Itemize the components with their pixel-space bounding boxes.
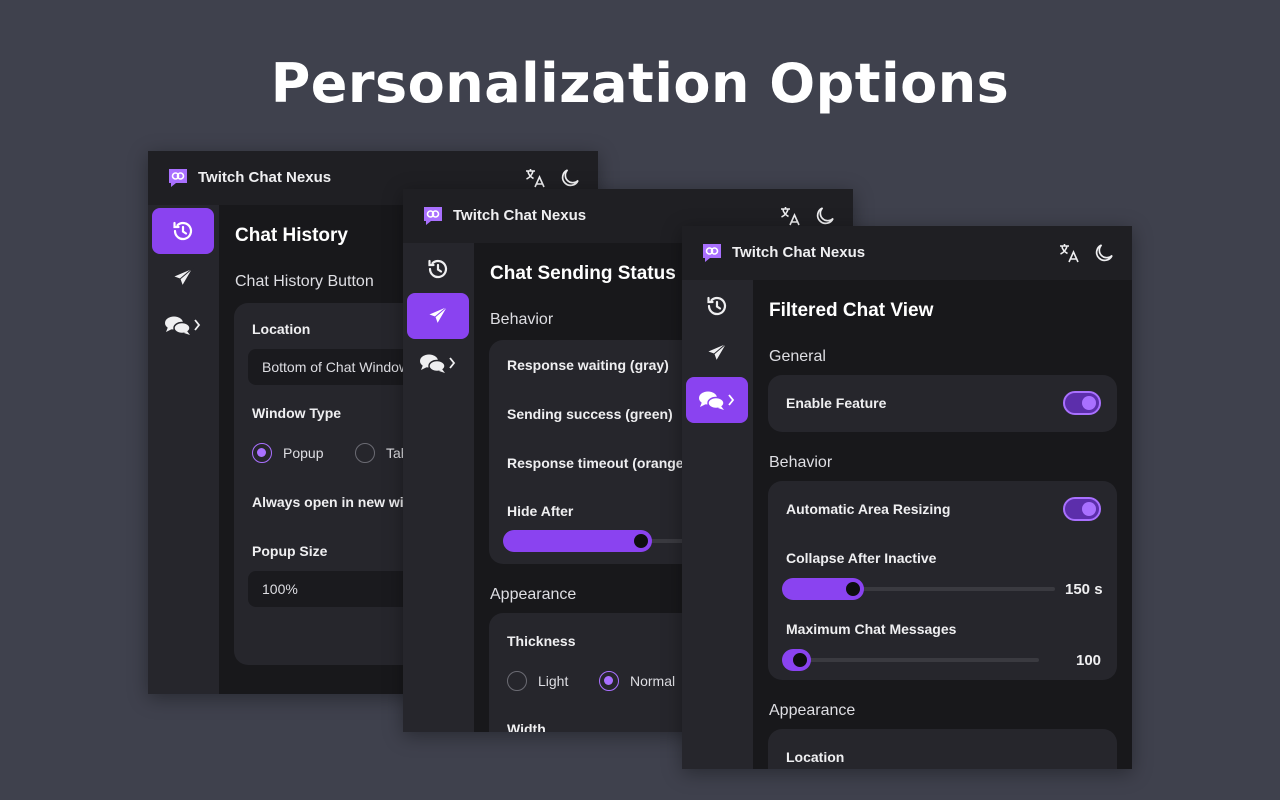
collapse-slider[interactable] [782, 577, 1055, 601]
sidebar [148, 205, 219, 694]
sidebar-item-filtered-chat[interactable] [407, 340, 469, 386]
send-icon [426, 304, 450, 326]
section-label-chat-history-button: Chat History Button [235, 273, 374, 290]
sidebar-item-send[interactable] [152, 255, 214, 301]
translate-icon[interactable] [778, 204, 802, 228]
sidebar [403, 243, 474, 732]
radio-light[interactable] [507, 671, 527, 691]
sidebar [682, 280, 753, 769]
page-title: Chat Sending Status [490, 263, 676, 284]
sidebar-item-history[interactable] [407, 246, 469, 292]
app-logo-icon [424, 207, 442, 225]
behavior-card: Automatic Area Resizing Collapse After I… [768, 481, 1117, 680]
history-icon [428, 259, 448, 279]
page-headline: Personalization Options [270, 52, 1010, 115]
sidebar-item-history[interactable] [152, 208, 214, 254]
translate-icon[interactable] [1057, 241, 1081, 265]
popup-size-value: 100% [262, 581, 298, 597]
history-icon [707, 296, 727, 316]
max-messages-label: Maximum Chat Messages [786, 621, 957, 637]
appearance-card: Location [768, 729, 1117, 769]
collapse-value: 150 s [1065, 581, 1103, 598]
radio-light-label: Light [538, 673, 569, 689]
radio-popup[interactable] [252, 443, 272, 463]
max-messages-value: 100 [1076, 652, 1102, 669]
max-messages-slider[interactable] [782, 648, 1039, 672]
content-area: Filtered Chat View General Enable Featur… [753, 280, 1132, 769]
send-icon [171, 266, 195, 288]
auto-resize-label: Automatic Area Resizing [786, 501, 951, 517]
section-label-appearance: Appearance [490, 586, 577, 603]
radio-normal-label: Normal [630, 673, 676, 689]
location-select-value: Bottom of Chat Window [262, 359, 410, 375]
sidebar-item-history[interactable] [686, 283, 748, 329]
moon-icon[interactable] [1092, 241, 1116, 265]
hide-after-label: Hide After [507, 503, 574, 519]
status-item-success: Sending success (green) [507, 406, 673, 422]
window-type-label: Window Type [252, 405, 342, 421]
status-item-waiting: Response waiting (gray) [507, 357, 669, 373]
enable-feature-toggle[interactable] [1063, 391, 1101, 415]
section-label-behavior: Behavior [490, 311, 554, 328]
collapse-label: Collapse After Inactive [786, 550, 937, 566]
status-item-timeout: Response timeout (orange) [507, 455, 689, 471]
radio-tab[interactable] [355, 443, 375, 463]
send-icon [705, 341, 729, 363]
app-logo-icon [703, 244, 721, 262]
sidebar-item-filtered-chat[interactable] [686, 377, 748, 423]
section-label-appearance: Appearance [769, 702, 856, 719]
section-label-behavior: Behavior [769, 454, 833, 471]
sidebar-item-send[interactable] [407, 293, 469, 339]
page-title: Chat History [235, 225, 348, 246]
sidebar-item-filtered-chat[interactable] [152, 302, 214, 348]
page-title: Filtered Chat View [769, 300, 934, 321]
chat-bubbles-icon [165, 316, 201, 335]
app-logo-icon [169, 169, 187, 187]
radio-normal[interactable] [599, 671, 619, 691]
chat-bubbles-icon [699, 391, 735, 410]
moon-icon[interactable] [813, 204, 837, 228]
slider-thumb[interactable] [842, 579, 863, 599]
width-label: Width [507, 721, 546, 732]
enable-feature-label: Enable Feature [786, 395, 887, 411]
radio-popup-label: Popup [283, 445, 324, 461]
app-name: Twitch Chat Nexus [453, 207, 587, 224]
sidebar-item-send[interactable] [686, 330, 748, 376]
title-bar: Twitch Chat Nexus [682, 226, 1132, 280]
slider-thumb[interactable] [789, 650, 810, 670]
popup-size-label: Popup Size [252, 543, 328, 559]
settings-window-filtered-chat-view: Twitch Chat Nexus Filtered Chat View Gen… [682, 226, 1132, 769]
thickness-label: Thickness [507, 633, 576, 649]
chat-bubbles-icon [420, 354, 456, 373]
app-name: Twitch Chat Nexus [732, 244, 866, 261]
moon-icon[interactable] [558, 166, 582, 190]
translate-icon[interactable] [523, 166, 547, 190]
location-label: Location [786, 749, 845, 765]
section-label-general: General [769, 348, 826, 365]
general-card: Enable Feature [768, 375, 1117, 432]
location-label: Location [252, 321, 311, 337]
app-name: Twitch Chat Nexus [198, 169, 332, 186]
history-icon [173, 221, 193, 241]
auto-resize-toggle[interactable] [1063, 497, 1101, 521]
slider-thumb[interactable] [630, 531, 651, 551]
